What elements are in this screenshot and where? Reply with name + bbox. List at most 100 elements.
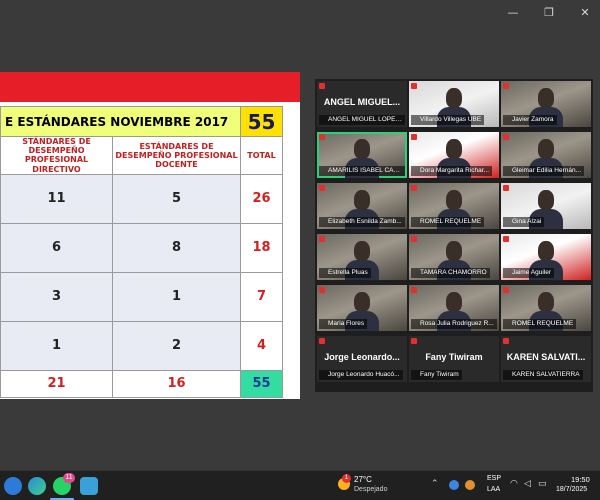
mic-muted-icon (319, 236, 325, 242)
footer-directivo: 21 (0, 369, 113, 398)
slide-header-bar (0, 72, 300, 102)
weather-condition[interactable]: Despejado (354, 486, 387, 493)
cell-directivo: 6 (0, 222, 113, 273)
person-video (354, 241, 370, 261)
participant-name-large: KAREN SALVATI... (506, 352, 586, 362)
weather-temperature[interactable]: 27°C (354, 475, 372, 484)
tray-app-icon[interactable] (465, 480, 475, 490)
participant-name-large: ANGEL MIGUEL... (323, 97, 401, 107)
table-title: E ESTÁNDARES NOVIEMBRE 2017 (0, 106, 241, 137)
participant-label: Estrella Pluas (319, 268, 371, 278)
clock-date[interactable]: 18/7/2025 (556, 486, 587, 493)
participant-tile[interactable]: Javier Zamora (501, 81, 591, 127)
header-docente: ESTÁNDARES DE DESEMPEÑO PROFESIONAL DOCE… (112, 136, 241, 175)
edge-browser-icon[interactable] (28, 477, 46, 495)
mic-muted-icon (503, 287, 509, 293)
mic-muted-icon (319, 134, 325, 140)
volume-icon[interactable]: ◁ (524, 479, 531, 489)
footer-grand-total: 55 (240, 369, 283, 398)
mic-muted-icon (411, 134, 417, 140)
cell-directivo: 3 (0, 271, 113, 322)
participant-tile[interactable]: Gina Alzai (501, 183, 591, 229)
header-total: TOTAL (240, 136, 283, 175)
mic-muted-icon (319, 185, 325, 191)
participant-label: AMARILIS ISABEL CAMPO... (319, 166, 405, 176)
notepad-app-icon[interactable] (80, 477, 98, 495)
participant-label: Gleimar Edilia Hernán... (503, 166, 584, 176)
person-video (446, 88, 462, 108)
language-indicator[interactable]: ESP (487, 475, 501, 482)
person-video (354, 292, 370, 312)
keyboard-layout-indicator[interactable]: LAA (487, 486, 500, 493)
header-directivo: STÁNDARES DE DESEMPEÑO PROFESIONAL DIREC… (0, 136, 113, 175)
participant-tile[interactable]: ROMEL REQUELME (501, 285, 591, 331)
cell-total: 7 (240, 271, 283, 322)
participant-label: TAMARA CHAMORRO (411, 268, 490, 278)
close-button[interactable]: ✕ (578, 6, 592, 19)
participant-tile[interactable]: Maria Flores (317, 285, 407, 331)
mic-muted-icon (411, 287, 417, 293)
participant-label: Jorge Leonardo Huacó... (319, 370, 403, 380)
person-video (446, 292, 462, 312)
shared-screen-slide: E ESTÁNDARES NOVIEMBRE 2017 55 STÁNDARES… (0, 72, 300, 399)
restore-button[interactable]: ❐ (542, 6, 556, 19)
participant-label: Fany Tiwiram (411, 370, 462, 380)
participant-label: ROMEL REQUELME (503, 319, 577, 329)
person-video (538, 190, 554, 210)
cell-docente: 8 (112, 222, 241, 273)
participant-tile[interactable]: Dora Margarita Richar... (409, 132, 499, 178)
mic-muted-icon (411, 83, 417, 89)
person-video (538, 241, 554, 261)
participant-tile[interactable]: Elizabeth Esnilda Zamb... (317, 183, 407, 229)
participant-tile[interactable]: Jorge Leonardo... Jorge Leonardo Huacó..… (317, 336, 407, 382)
battery-icon[interactable]: ▭ (538, 479, 547, 489)
person-video (446, 139, 462, 159)
participant-tile[interactable]: ROMEL REQUELME (409, 183, 499, 229)
participant-tile[interactable]: Villardo Villegas UBE (409, 81, 499, 127)
network-app-icon[interactable] (449, 480, 459, 490)
cell-directivo: 1 (0, 320, 113, 371)
standards-table: E ESTÁNDARES NOVIEMBRE 2017 55 STÁNDARES… (0, 106, 283, 398)
participant-tile[interactable]: Rosa Julia Rodriguez R... (409, 285, 499, 331)
mic-muted-icon (411, 236, 417, 242)
table-row: 3 1 7 (0, 271, 283, 322)
cell-total: 4 (240, 320, 283, 371)
participant-tile-active-speaker[interactable]: AMARILIS ISABEL CAMPO... (317, 132, 407, 178)
title-total-badge: 55 (240, 106, 283, 137)
participant-label: Elizabeth Esnilda Zamb... (319, 217, 405, 227)
table-footer-row: 21 16 55 (0, 369, 283, 398)
cell-docente: 5 (112, 173, 241, 224)
mic-muted-icon (319, 287, 325, 293)
mic-muted-icon (503, 185, 509, 191)
table-row: 11 5 26 (0, 173, 283, 224)
person-video (446, 241, 462, 261)
participant-label: KAREN SALVATIERRA (503, 370, 583, 380)
person-video (538, 88, 554, 108)
participant-tile[interactable]: Estrella Pluas (317, 234, 407, 280)
participant-label: Dora Margarita Richar... (411, 166, 492, 176)
clock-time[interactable]: 19:50 (571, 475, 590, 484)
person-video (354, 190, 370, 210)
participant-label: Jaime Aguiler (503, 268, 555, 278)
participant-name-large: Jorge Leonardo... (324, 352, 400, 362)
cell-docente: 2 (112, 320, 241, 371)
mic-muted-icon (411, 338, 417, 344)
participant-tile[interactable]: Gleimar Edilia Hernán... (501, 132, 591, 178)
wifi-icon[interactable]: ◠ (510, 479, 518, 489)
participant-tile[interactable]: Jaime Aguiler (501, 234, 591, 280)
table-row: 1 2 4 (0, 320, 283, 371)
mic-muted-icon (503, 338, 509, 344)
person-video (538, 139, 554, 159)
participant-grid: ANGEL MIGUEL... ANGEL MIGUEL LOPEZ... Vi… (315, 79, 593, 392)
person-video (446, 190, 462, 210)
participant-tile[interactable]: KAREN SALVATI... KAREN SALVATIERRA (501, 336, 591, 382)
mic-muted-icon (411, 185, 417, 191)
participant-tile[interactable]: TAMARA CHAMORRO (409, 234, 499, 280)
person-video (354, 139, 370, 159)
start-app-icon[interactable] (4, 477, 22, 495)
minimize-button[interactable]: — (506, 6, 520, 19)
participant-tile[interactable]: ANGEL MIGUEL... ANGEL MIGUEL LOPEZ... (317, 81, 407, 127)
mic-muted-icon (319, 338, 325, 344)
chevron-up-icon[interactable]: ⌃ (431, 479, 439, 489)
participant-tile[interactable]: Fany Tiwiram Fany Tiwiram (409, 336, 499, 382)
